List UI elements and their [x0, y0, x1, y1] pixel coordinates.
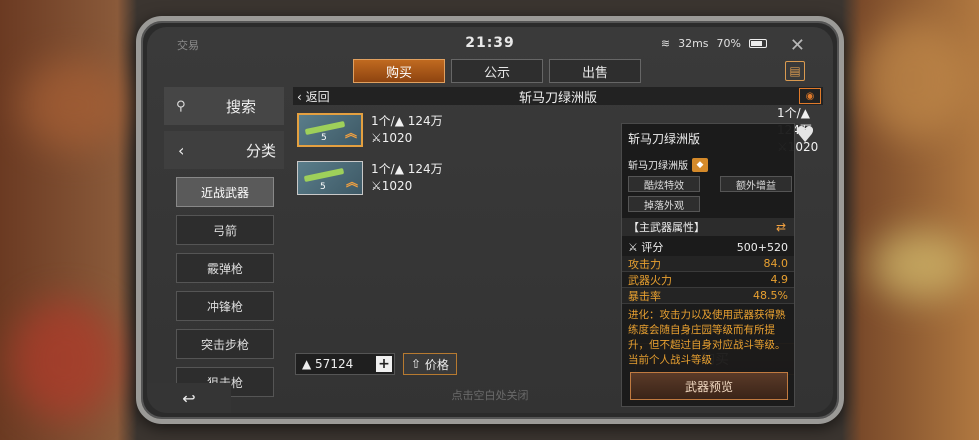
bottom-bar: ▲ 57124 + ⇧ 价格	[295, 353, 457, 375]
sidebar: ⚲ 搜索 ‹ 分类 近战武器 弓箭 霰弹枪 冲锋枪 突击步枪 狙击枪	[164, 87, 284, 405]
sort-up-icon: ⇧	[411, 357, 425, 371]
tag-drop-appearance[interactable]: 掉落外观	[628, 196, 700, 212]
score-icon: ⚔	[371, 179, 382, 193]
coin-icon: ▲	[394, 114, 404, 128]
return-button[interactable]: ↩	[147, 383, 231, 413]
tooltip-subtitle-row: 斩马刀绿洲版 ◆	[628, 157, 794, 172]
tooltip-subtitle: 斩马刀绿洲版	[628, 161, 688, 172]
listing-quantity: 1个/	[371, 114, 395, 128]
weapon-category-list: 近战武器 弓箭 霰弹枪 冲锋枪 突击步枪 狙击枪	[164, 177, 284, 397]
listing-score: 1020	[381, 131, 413, 145]
search-label: 搜索	[226, 97, 257, 116]
status-bar: 交易 21:39 ≋ 32ms 70% ✕	[147, 31, 833, 56]
score-icon: ⚔	[371, 131, 382, 145]
chevron-left-icon: ‹	[178, 140, 185, 160]
stat-label: 暴击率	[628, 289, 661, 303]
price-sort-button[interactable]: ⇧ 价格	[403, 353, 457, 375]
battery-icon	[749, 39, 767, 48]
wifi-icon: ≋	[660, 37, 671, 50]
swap-icon[interactable]: ⇄	[776, 220, 786, 234]
close-hint: 点击空白处关闭	[451, 389, 529, 402]
tag-bonus[interactable]: 额外增益	[720, 176, 792, 192]
close-icon[interactable]: ✕	[790, 35, 805, 56]
stat-label: 攻击力	[628, 257, 661, 271]
tag-icon: ◆	[692, 157, 708, 172]
coin-icon: ▲	[302, 357, 316, 371]
ping-value: 32ms	[678, 37, 709, 50]
score-label: 评分	[641, 241, 664, 254]
listing-quantity: 1个/	[371, 162, 395, 176]
category-label: 分类	[246, 141, 277, 160]
listing-item[interactable]: 5 ︽ 1个/▲ 124万 ⚔1020	[297, 159, 443, 197]
trade-screen: 交易 21:39 ≋ 32ms 70% ✕ 购买 公示 出售 ▤ ⚲ 搜索 ‹ …	[147, 27, 833, 413]
battery-value: 70%	[716, 37, 741, 50]
tab-buy[interactable]: 购买	[353, 59, 445, 83]
tooltip-tags: 酷炫特效 额外增益 掉落外观	[628, 176, 794, 212]
weapon-level: 5	[320, 182, 326, 192]
score-row: ⚔ 评分 500+520	[622, 238, 794, 256]
section-title: 【主武器属性】	[628, 221, 705, 234]
item-header: ‹ 返回 斩马刀绿洲版 ◉	[293, 87, 823, 106]
item-tooltip: 斩马刀绿洲版 斩马刀绿洲版 ◆ 酷炫特效 额外增益 掉落外观 【主武器属性】 ⇄…	[621, 123, 795, 407]
item-name: 斩马刀绿洲版	[518, 90, 598, 106]
sidebar-item-smg[interactable]: 冲锋枪	[176, 291, 274, 321]
weapon-preview-button[interactable]: 武器预览	[630, 372, 788, 400]
weapon-thumbnail: 5 ︽	[297, 113, 363, 147]
price-sort-label: 价格	[424, 357, 449, 372]
sidebar-item-melee[interactable]: 近战武器	[176, 177, 274, 207]
score-icon: ⚔	[628, 241, 638, 254]
add-coins-button[interactable]: +	[376, 356, 392, 372]
listing-price: 124万	[407, 162, 443, 176]
trade-tabs: 购买 公示 出售	[353, 59, 641, 83]
stat-list: 攻击力 84.0 武器火力 4.9 暴击率 48.5%	[622, 256, 794, 304]
rank-chevron-icon: ︽	[344, 126, 357, 140]
tooltip-title: 斩马刀绿洲版	[628, 132, 701, 146]
tablet-frame: 交易 21:39 ≋ 32ms 70% ✕ 购买 公示 出售 ▤ ⚲ 搜索 ‹ …	[136, 16, 844, 424]
screen-title: 交易	[177, 39, 199, 52]
stat-value: 84.0	[763, 257, 789, 270]
stat-row: 攻击力 84.0	[622, 256, 794, 272]
coin-icon: ▲	[394, 162, 404, 176]
coin-amount: 57124	[315, 357, 354, 371]
clipboard-icon[interactable]: ▤	[785, 61, 805, 81]
eye-icon[interactable]: ◉	[799, 88, 821, 104]
sidebar-item-bow[interactable]: 弓箭	[176, 215, 274, 245]
stat-value: 48.5%	[753, 289, 788, 302]
stat-value: 4.9	[770, 273, 789, 286]
stat-label: 武器火力	[628, 273, 672, 287]
stat-row: 武器火力 4.9	[622, 272, 794, 288]
score-value: 500+520	[736, 240, 788, 254]
listing-item[interactable]: 5 ︽ 1个/▲ 124万 ⚔1020	[297, 111, 443, 149]
evolution-description: 进化：攻击力以及使用武器获得熟练度会随自身庄园等级而有所提升，但不超过自身对应战…	[628, 309, 786, 366]
attribute-section-header: 【主武器属性】 ⇄	[622, 218, 794, 236]
heart-icon[interactable]: ♥	[795, 123, 815, 148]
tag-effect[interactable]: 酷炫特效	[628, 176, 700, 192]
rank-chevron-icon: ︽	[345, 175, 358, 189]
weapon-thumbnail: 5 ︽	[297, 161, 363, 195]
coin-balance: ▲ 57124 +	[295, 353, 395, 375]
search-icon: ⚲	[176, 98, 186, 114]
tab-sell[interactable]: 出售	[549, 59, 641, 83]
coin-icon: ▲	[800, 105, 810, 120]
weapon-level: 5	[321, 133, 327, 143]
return-icon: ↩	[182, 388, 196, 408]
search-button[interactable]: ⚲ 搜索	[164, 87, 284, 125]
category-button[interactable]: ‹ 分类	[164, 131, 284, 169]
stat-row: 暴击率 48.5%	[622, 288, 794, 304]
sidebar-item-assault-rifle[interactable]: 突击步枪	[176, 329, 274, 359]
tab-notice[interactable]: 公示	[451, 59, 543, 83]
listing-score: 1020	[381, 179, 413, 193]
status-indicators: ≋ 32ms 70%	[661, 37, 767, 50]
sidebar-item-shotgun[interactable]: 霰弹枪	[176, 253, 274, 283]
back-link[interactable]: ‹ 返回	[297, 88, 330, 105]
listing-quantity: 1个/	[777, 105, 801, 120]
clock: 21:39	[465, 35, 515, 51]
listing-price: 124万	[407, 114, 443, 128]
back-label: 返回	[305, 89, 330, 104]
